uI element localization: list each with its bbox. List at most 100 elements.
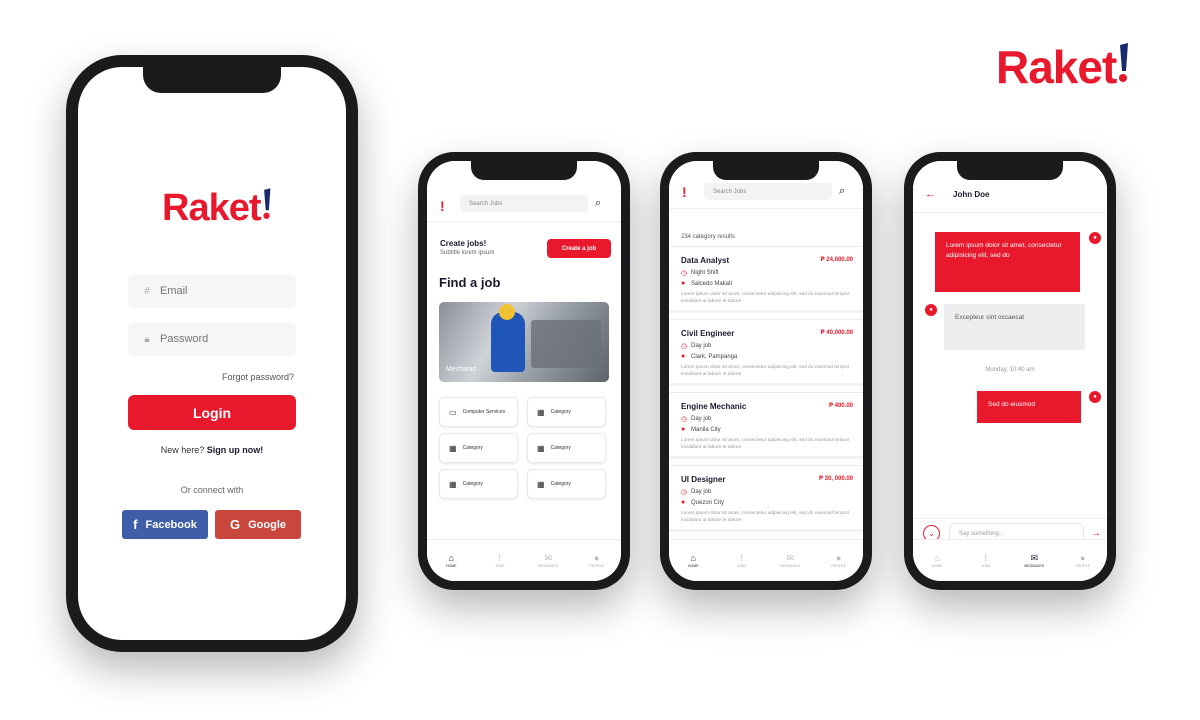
job-location: ● Clark, Pampanga [681,353,738,360]
back-arrow-icon[interactable]: ← [925,188,936,200]
tab-messages[interactable]: ✉ MESSAGES [775,553,805,568]
search-input[interactable]: Search Jobs [704,183,832,200]
tab-messages[interactable]: ✉ MESSAGES [1019,553,1049,568]
signup-link[interactable]: Sign up now! [207,445,264,455]
location-pin-icon: ● [681,280,686,287]
category-label: Category [550,445,571,451]
contact-name: John Doe [953,190,990,199]
job-location: ● Manila City [681,426,721,433]
tab-label: MESSAGES [780,564,801,568]
mail-icon: ✉ [544,553,553,563]
tab-bar: ⌂ HOME ! JOBS ✉ MESSAGES ● PROFILE [669,539,863,581]
location-pin-icon: ● [681,426,686,433]
contact-avatar-icon: ● [925,304,937,316]
phone-jobs: ! Search Jobs ⌕ 234 category results Dat… [660,152,872,590]
job-description: Lorem ipsum dolor sit amet, consectetur … [681,292,850,304]
facebook-icon: f [133,517,138,532]
raket-icon: ! [440,198,445,214]
message-sent: Lorem ipsum dolor sit amet, consectetur … [935,232,1080,292]
person-icon: ● [594,553,600,563]
google-icon: G [229,517,241,532]
job-card[interactable]: Data Analyst ₱ 24,000.00 ◷ Night Shift ● S… [669,246,863,313]
tab-home[interactable]: ⌂ HOME [678,553,708,568]
tab-label: PROFILE [589,564,605,568]
tab-label: JOBS [737,564,747,568]
tab-label: MESSAGES [538,564,559,568]
grid-icon: ▦ [537,443,545,453]
person-icon: ● [836,553,842,563]
email-field[interactable]: # [128,274,296,308]
person-icon: ● [1080,553,1086,563]
tab-jobs[interactable]: ! JOBS [485,553,515,568]
brand-logo: Raket [996,40,1130,94]
job-card[interactable]: Civil Engineer ₱ 40,000.00 ◷ Day job ● Cla… [669,319,863,386]
job-title: Data Analyst [681,256,730,265]
job-price: ₱ 30, 000.00 [818,476,853,482]
mail-icon: ✉ [1030,553,1039,563]
results-count: 234 category results [681,234,736,240]
email-input[interactable] [160,285,290,297]
facebook-button[interactable]: f Facebook [122,510,208,539]
google-button[interactable]: G Google [215,510,301,539]
results-header [669,209,863,246]
job-type: ◷ Day job [681,416,712,423]
find-job-title: Find a job [439,275,501,290]
tab-jobs[interactable]: ! JOBS [971,553,1001,568]
clock-icon: ◷ [681,416,688,423]
job-price: ₱ 24,000.00 [820,257,853,263]
featured-job-label: Mechanic [446,366,476,373]
category-card[interactable]: ▭ Computer Services [439,397,518,427]
create-job-button[interactable]: Create a job [547,239,611,258]
category-card[interactable]: ▦ Category [527,469,606,499]
grid-icon: ▦ [449,443,457,453]
job-card[interactable]: UI Designer ₱ 30, 000.00 ◷ Day job ● Quezo… [669,465,863,532]
featured-job-card[interactable]: Mechanic [439,302,609,382]
job-description: Lorem ipsum dolor sit amet, consectetur … [681,511,850,523]
job-type: ◷ Night Shift [681,270,719,277]
password-input[interactable] [160,333,290,345]
search-input[interactable]: Search Jobs [460,195,588,212]
category-label: Category [462,481,483,487]
grid-icon: ▦ [537,479,545,489]
tab-messages[interactable]: ✉ MESSAGES [533,553,563,568]
tab-label: MESSAGES [1024,564,1045,568]
password-field[interactable]: 🔒︎ [128,322,296,356]
search-icon[interactable]: ⌕ [839,185,845,198]
login-logo: Raket [162,187,272,230]
jobs-screen: ! Search Jobs ⌕ 234 category results Dat… [669,161,863,581]
tab-home[interactable]: ⌂ HOME [922,553,952,568]
message-sent: Sed do eiusmod [977,391,1081,423]
job-location: ● Quezon City [681,499,725,506]
google-label: Google [248,518,286,531]
clock-icon: ◷ [681,343,688,350]
job-description: Lorem ipsum dolor sit amet, consectetur … [681,438,850,450]
login-button[interactable]: Login [128,395,296,430]
category-card[interactable]: ▦ Category [439,469,518,499]
tab-profile[interactable]: ● PROFILE [582,553,612,568]
hardhat-image [499,304,515,320]
machine-image [531,320,601,368]
job-card[interactable]: Engine Mechanic ₱ 400.00 ◷ Day job ● Manil… [669,392,863,459]
tab-jobs[interactable]: ! JOBS [727,553,757,568]
search-icon[interactable]: ⌕ [595,197,601,210]
pencil-mark-icon [1119,43,1129,82]
tab-profile[interactable]: ● PROFILE [1068,553,1098,568]
category-card[interactable]: ▦ Category [439,433,518,463]
tab-label: PROFILE [1075,564,1091,568]
tab-home[interactable]: ⌂ HOME [436,553,466,568]
phone-notch [957,161,1063,180]
phone-notch [713,161,819,180]
user-avatar-icon: ● [1089,391,1101,403]
category-card[interactable]: ▦ Category [527,433,606,463]
job-price: ₱ 40,000.00 [820,330,853,336]
clock-icon: ◷ [681,270,688,277]
category-label: Category [550,481,571,487]
category-label: Category [550,409,571,415]
category-card[interactable]: ▦ Category [527,397,606,427]
user-avatar-icon: ● [1089,232,1101,244]
send-icon[interactable]: → [1091,528,1101,539]
job-type: ◷ Day job [681,489,712,496]
forgot-password-link[interactable]: Forgot password? [222,372,294,382]
job-type: ◷ Day job [681,343,712,350]
tab-profile[interactable]: ● PROFILE [824,553,854,568]
